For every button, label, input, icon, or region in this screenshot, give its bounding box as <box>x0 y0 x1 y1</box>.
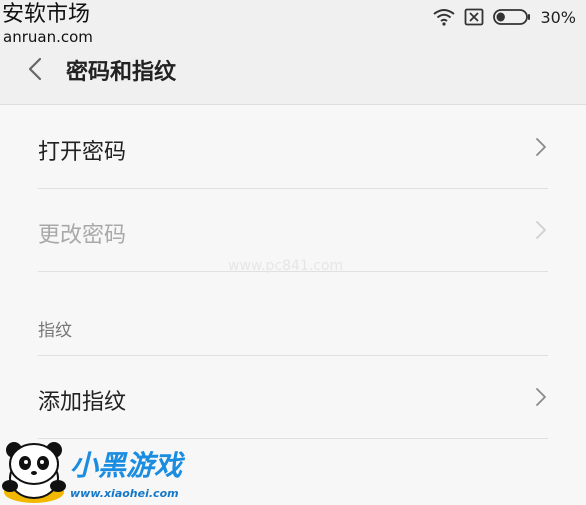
battery-percent: 30% <box>540 7 576 27</box>
list-item-label: 添加指纹 <box>38 390 127 415</box>
watermark-pc841: www.pc841.com <box>228 258 344 274</box>
chevron-left-icon <box>28 57 42 81</box>
battery-icon <box>493 8 531 26</box>
wifi-icon <box>433 8 456 26</box>
list-item-label: 更改密码 <box>38 223 127 248</box>
page-title: 密码和指纹 <box>66 60 177 85</box>
section-header-fingerprint: 指纹 <box>38 321 72 341</box>
watermark-anruan-text: 安软市场 <box>2 2 91 27</box>
list-item-open-password[interactable]: 打开密码 <box>0 106 586 188</box>
watermark-xiaohei-text: 小黑游戏 <box>70 449 183 482</box>
no-sim-icon <box>464 8 484 26</box>
list-item-label: 打开密码 <box>38 140 127 165</box>
list-item-add-fingerprint[interactable]: 添加指纹 <box>0 356 586 438</box>
watermark-anruan-url: anruan.com <box>3 28 93 46</box>
chevron-right-icon <box>536 388 546 406</box>
watermark-xiaohei-logo: 小黑游戏 www.xiaohei.com <box>0 436 200 505</box>
panda-logo-icon <box>2 442 66 503</box>
chevron-right-icon <box>536 138 546 156</box>
back-button[interactable] <box>24 56 48 82</box>
watermark-xiaohei-url: www.xiaohei.com <box>70 487 179 500</box>
chevron-right-icon <box>536 221 546 239</box>
status-icons: 30% <box>433 7 576 27</box>
